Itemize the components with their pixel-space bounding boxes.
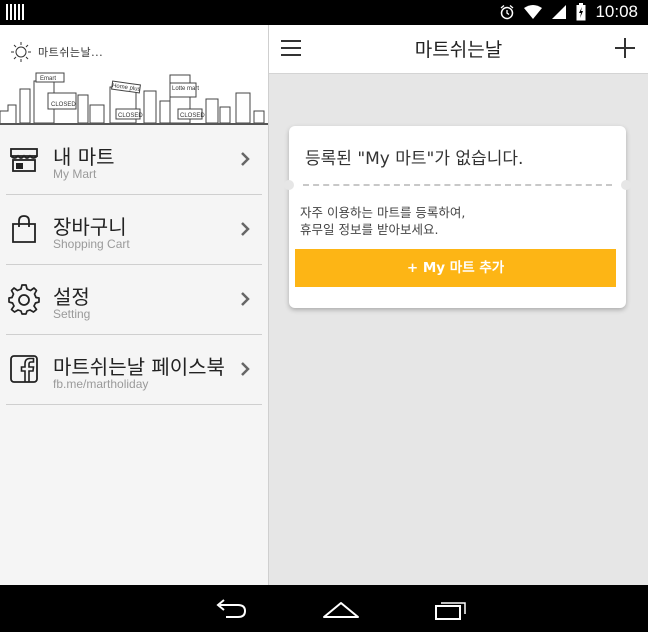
description-line-2: 휴무일 정보를 받아보세요. (300, 222, 439, 237)
description-line-1: 자주 이용하는 마트를 등록하여, (300, 205, 466, 220)
system-nav-bar (0, 585, 648, 632)
add-my-mart-button[interactable]: + My 마트 추가 (295, 249, 616, 287)
empty-state-headline: 등록된 "My 마트"가 없습니다. (305, 149, 524, 169)
drawer-item-title: 마트쉬는날 페이스북 (53, 355, 225, 379)
city-skyline-illustration: Emart CLOSED Home plus CLOSED Lotte mart… (0, 72, 265, 123)
dashed-divider (303, 184, 612, 186)
drawer-item-subtitle: Shopping Cart (53, 237, 130, 251)
drawer-item-title: 장바구니 (53, 215, 127, 239)
lottemart-sign: Lotte mart (172, 86, 199, 92)
chevron-right-icon (241, 222, 250, 236)
clock: 10:08 (595, 2, 638, 21)
drawer-item-facebook[interactable]: 마트쉬는날 페이스북 fb.me/martholiday (6, 335, 262, 405)
recent-apps-icon[interactable] (432, 597, 472, 621)
drawer-item-setting[interactable]: 설정 Setting (6, 265, 262, 335)
shopping-bag-icon (12, 215, 36, 243)
navigation-drawer: 마트쉬는날... Emart CLOSED Home plus CLOSED L… (0, 25, 269, 585)
chevron-right-icon (241, 362, 250, 376)
emart-sign: Emart (40, 76, 56, 82)
add-icon[interactable] (614, 37, 636, 59)
back-icon[interactable] (210, 597, 250, 621)
battery-charging-icon (576, 3, 586, 21)
home-icon[interactable] (321, 597, 361, 621)
closed-sign-2: CLOSED (118, 113, 143, 119)
empty-state-description: 자주 이용하는 마트를 등록하여, 휴무일 정보를 받아보세요. (300, 204, 465, 238)
drawer-item-subtitle: Setting (53, 307, 91, 321)
gear-icon (8, 284, 40, 315)
signal-icon (552, 5, 567, 19)
drawer-item-title: 내 마트 (53, 145, 115, 169)
closed-sign-3: CLOSED (180, 113, 205, 119)
app-screen: 10:08 마트쉬는날... Emart CLOSED Home plus CL… (0, 0, 648, 632)
wifi-icon (524, 5, 543, 19)
facebook-icon (10, 355, 38, 383)
store-icon (10, 148, 38, 172)
drawer-item-my-mart[interactable]: 내 마트 My Mart (6, 125, 262, 195)
drawer-item-shopping-cart[interactable]: 장바구니 Shopping Cart (6, 195, 262, 265)
chevron-right-icon (241, 292, 250, 306)
empty-state-card: 등록된 "My 마트"가 없습니다. 자주 이용하는 마트를 등록하여, 휴무일… (284, 126, 631, 308)
page-title: 마트쉬는날 (414, 39, 503, 61)
status-bar: 10:08 (0, 0, 648, 25)
notification-icon (6, 4, 24, 20)
chevron-right-icon (241, 152, 250, 166)
drawer-item-title: 설정 (53, 285, 90, 309)
drawer-header: 마트쉬는날... Emart CLOSED Home plus CLOSED L… (0, 25, 268, 125)
alarm-icon (501, 5, 514, 20)
app-bar: 마트쉬는날 (269, 25, 648, 74)
main-panel: 마트쉬는날 등록된 "My 마트"가 없습니다. 자주 이용하는 마트를 등록하… (269, 25, 648, 585)
closed-sign-1: CLOSED (51, 102, 76, 108)
drawer-item-subtitle: My Mart (53, 167, 97, 181)
drawer-item-subtitle: fb.me/martholiday (53, 377, 149, 391)
